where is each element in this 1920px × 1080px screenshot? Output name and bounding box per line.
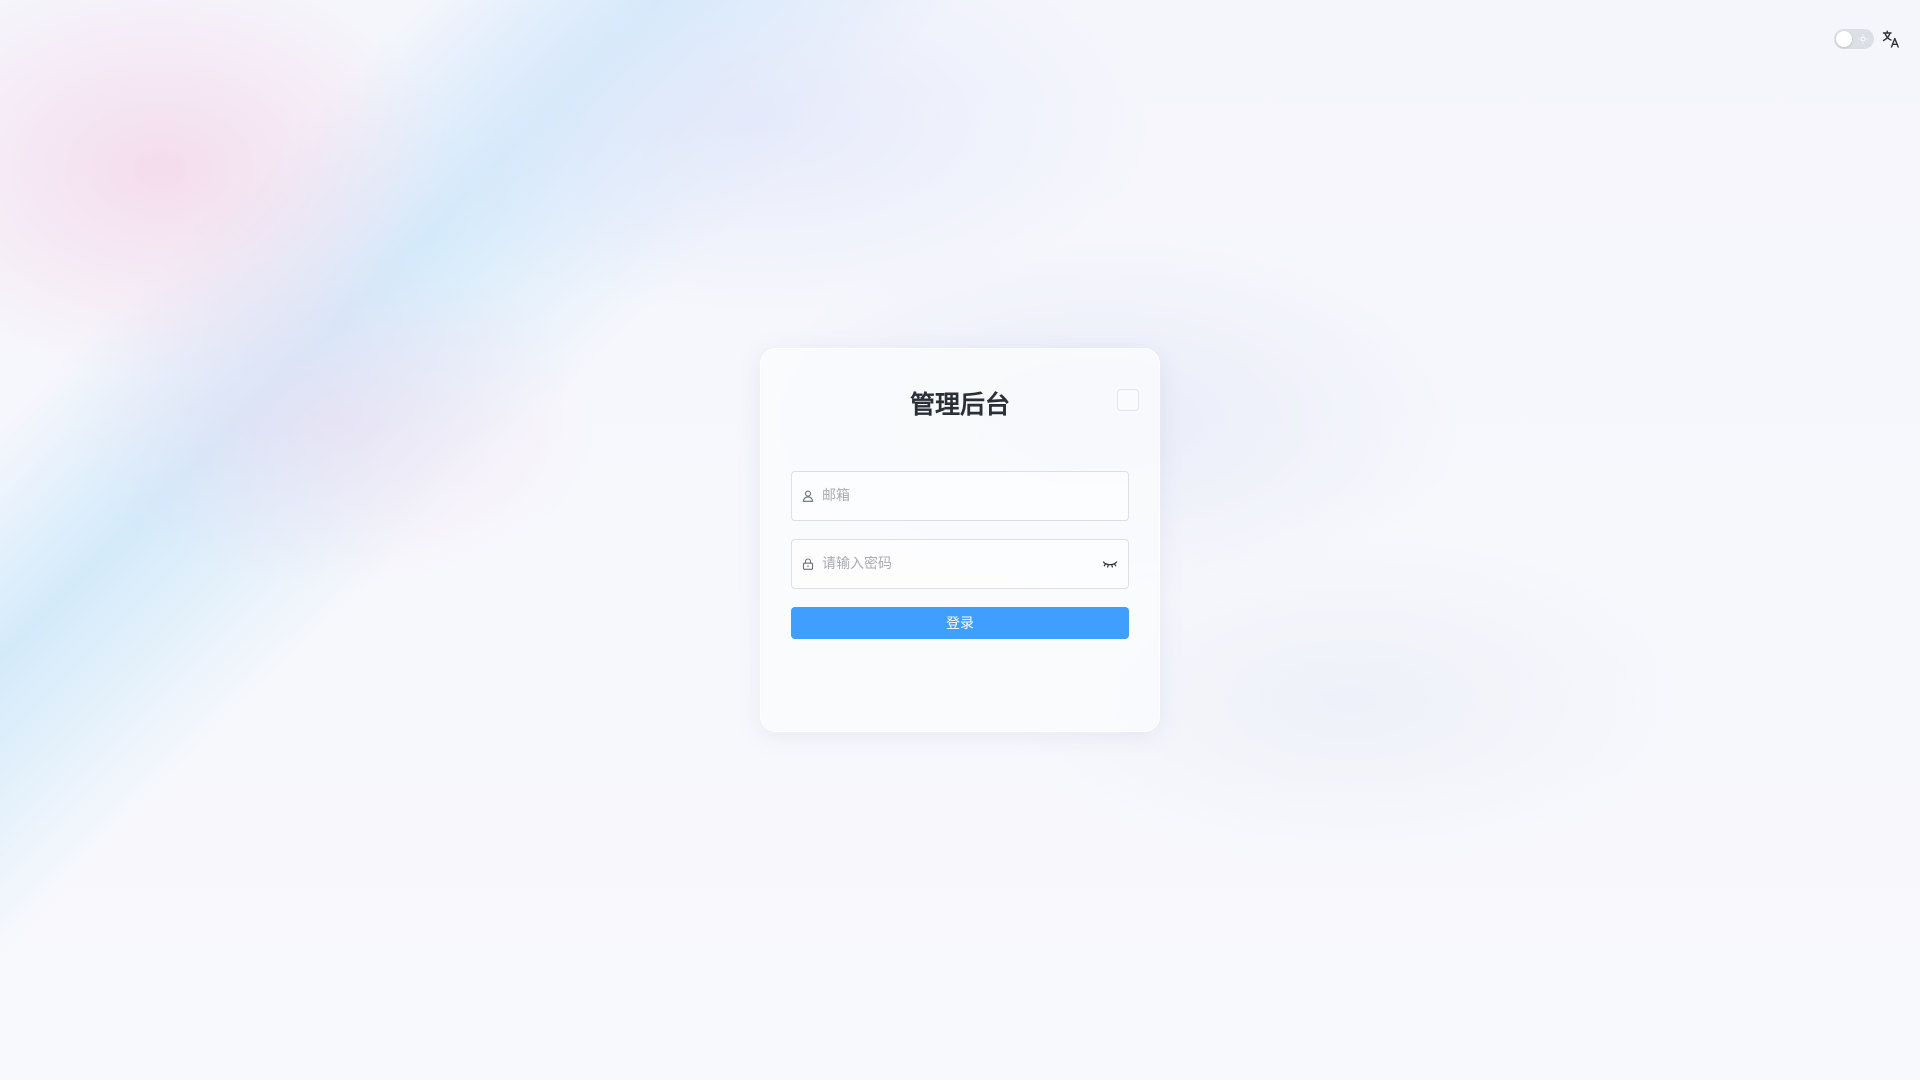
password-field-wrapper[interactable] — [791, 539, 1129, 589]
email-field-wrapper[interactable] — [791, 471, 1129, 521]
login-card: 管理后台 邮箱 登录 — [760, 348, 1160, 732]
eye-closed-icon[interactable] — [1102, 558, 1118, 570]
login-button[interactable]: 登录 — [791, 607, 1129, 639]
login-form: 登录 — [791, 471, 1129, 639]
user-icon — [802, 490, 814, 502]
page-title: 管理后台 — [909, 390, 1010, 419]
email-field[interactable] — [822, 472, 1118, 520]
theme-toggle[interactable] — [1834, 29, 1874, 49]
translate-icon[interactable] — [1882, 30, 1900, 48]
lock-icon — [802, 558, 814, 570]
toggle-knob — [1836, 31, 1852, 47]
top-controls — [1834, 29, 1900, 49]
password-field[interactable] — [822, 540, 1102, 588]
card-corner-box — [1117, 389, 1139, 411]
sun-icon — [1858, 34, 1868, 44]
